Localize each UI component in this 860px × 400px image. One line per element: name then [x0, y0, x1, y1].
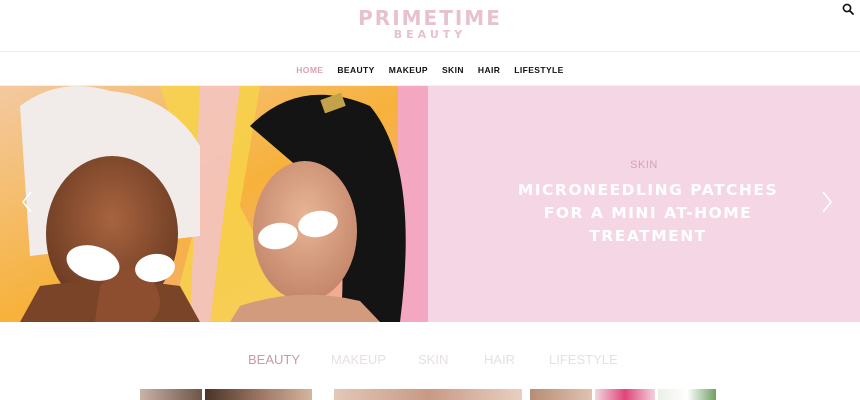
tab-lifestyle[interactable]: LIFESTYLE [549, 352, 618, 367]
chevron-right-icon[interactable] [820, 189, 834, 215]
hero-text-panel[interactable]: SKIN MICRONEEDLING PATCHES FOR A MINI AT… [428, 86, 860, 322]
main-nav: HOME BEAUTY MAKEUP SKIN HAIR LIFESTYLE [0, 54, 860, 86]
nav-item-makeup[interactable]: MAKEUP [389, 65, 428, 75]
nav-item-home[interactable]: HOME [296, 65, 323, 75]
category-tabs: BEAUTY MAKEUP SKIN HAIR LIFESTYLE [0, 352, 860, 374]
article-thumbnail[interactable] [205, 389, 312, 400]
article-thumbnail[interactable] [140, 389, 202, 400]
tab-makeup[interactable]: MAKEUP [331, 352, 386, 367]
site-header: PRIMETIME BEAUTY [0, 0, 860, 52]
tab-skin[interactable]: SKIN [418, 352, 448, 367]
tab-hair[interactable]: HAIR [484, 352, 515, 367]
site-logo[interactable]: PRIMETIME BEAUTY [0, 7, 860, 41]
logo-sub-text[interactable]: BEAUTY [0, 29, 860, 41]
article-thumbnail[interactable] [530, 389, 592, 400]
hero-slider: SKIN MICRONEEDLING PATCHES FOR A MINI AT… [0, 86, 860, 322]
nav-item-lifestyle[interactable]: LIFESTYLE [514, 65, 563, 75]
article-thumbnail[interactable] [595, 389, 655, 400]
nav-item-hair[interactable]: HAIR [478, 65, 500, 75]
search-icon[interactable] [842, 3, 854, 15]
article-thumbnail[interactable] [658, 389, 716, 400]
chevron-left-icon[interactable] [20, 189, 34, 215]
hero-title[interactable]: MICRONEEDLING PATCHES FOR A MINI AT-HOME… [498, 179, 798, 248]
nav-item-skin[interactable]: SKIN [442, 65, 464, 75]
nav-item-beauty[interactable]: BEAUTY [337, 65, 374, 75]
tab-beauty[interactable]: BEAUTY [248, 352, 300, 367]
article-thumbnails [0, 389, 860, 400]
article-thumbnail[interactable] [334, 389, 522, 400]
hero-image[interactable] [0, 86, 428, 322]
logo-main-text[interactable]: PRIMETIME [0, 7, 860, 29]
hero-category[interactable]: SKIN [428, 159, 860, 171]
